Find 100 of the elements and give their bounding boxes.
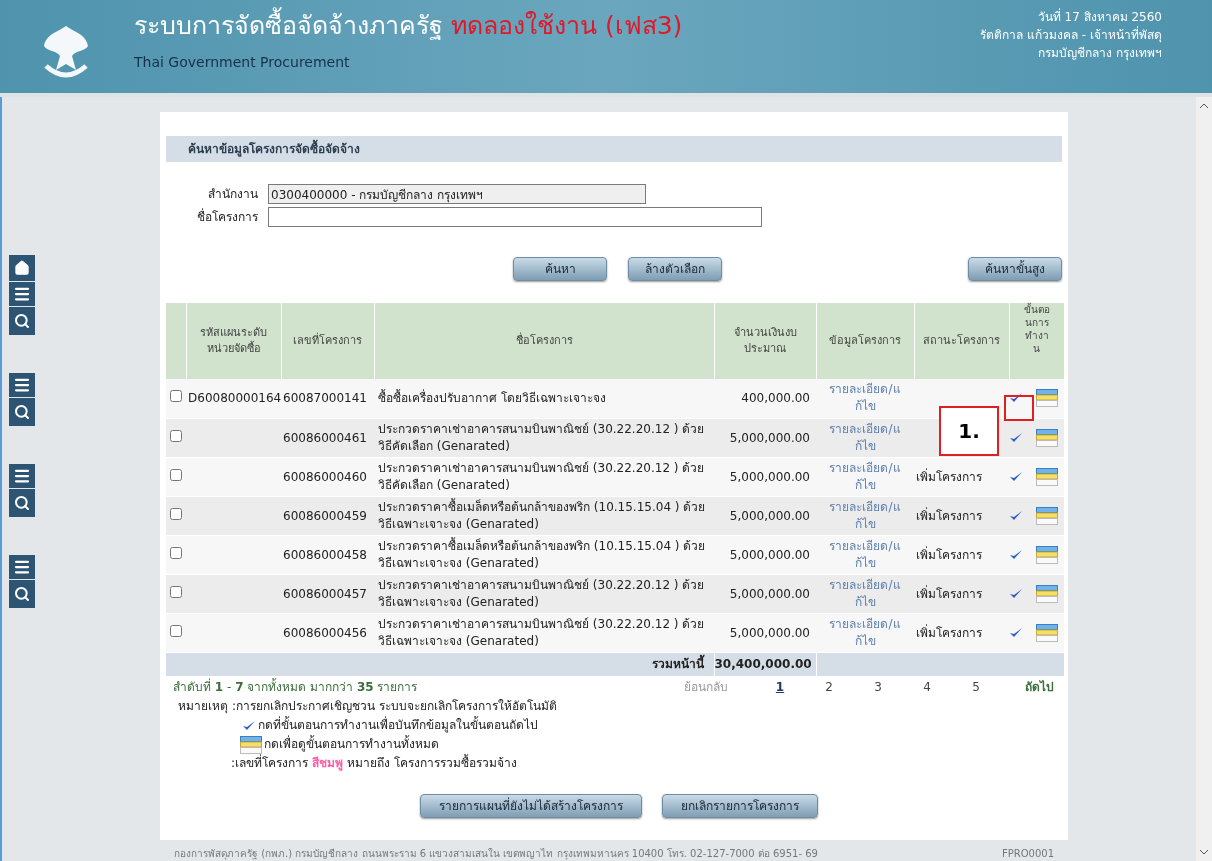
row-checkbox[interactable] [170, 390, 182, 403]
list-icon[interactable] [1036, 389, 1058, 408]
scroll-up-icon[interactable] [1199, 103, 1209, 109]
check-icon[interactable] [1009, 431, 1023, 444]
search-button[interactable] [9, 307, 35, 335]
page-code: FPRO0001 [1001, 847, 1054, 861]
menu-button[interactable] [9, 555, 35, 579]
project-status: เพิ่มโครงการ [916, 547, 982, 562]
column-header: ขั้นตอนการทำงาน [1022, 303, 1051, 355]
trial-label: ทดลองใช้งาน (เฟส3) [451, 10, 683, 42]
check-icon[interactable] [1009, 470, 1023, 483]
list-icon[interactable] [1036, 506, 1058, 525]
project-name: ประกวดราคาซื้อเมล็ดหรือต้นกล้าของพริก (10.15.15.04 ) ด้วยวิธีเฉพาะเจาะจง (Genarated) [378, 538, 706, 570]
search-button[interactable] [9, 398, 35, 426]
note-text: กดเพื่อดูขั้นตอนการทำงานทั้งหมด [264, 735, 439, 754]
row-checkbox[interactable] [170, 429, 182, 442]
next-page-link[interactable]: ถัดไป [1025, 678, 1054, 696]
details-link[interactable]: รายละเอียด/แก้ไข [828, 498, 902, 533]
list-icon[interactable] [1036, 467, 1058, 486]
project-status: เพิ่มโครงการ [916, 469, 982, 484]
budget-amount: 5,000,000.00 [729, 469, 810, 484]
check-icon[interactable] [242, 719, 256, 732]
row-checkbox[interactable] [170, 468, 182, 481]
clear-button[interactable]: ล้างตัวเลือก [628, 257, 722, 281]
column-header: เลขที่โครงการ [293, 333, 362, 347]
highlight-frame [1004, 395, 1034, 421]
list-icon[interactable] [1036, 545, 1058, 564]
menu-icon [13, 558, 31, 576]
search-icon [14, 404, 30, 420]
project-number: 60086000461 [283, 430, 367, 445]
search-button[interactable] [9, 489, 35, 517]
budget-amount: 5,000,000.00 [729, 625, 810, 640]
input-field[interactable] [268, 207, 762, 227]
action-button[interactable]: ยกเลิกรายการโครงการ [662, 794, 818, 818]
page-link[interactable]: 5 [951, 678, 1001, 696]
page-link[interactable]: 1 [755, 678, 805, 696]
footer-address: กองการพัสดุภาครัฐ (กพภ.) กรมบัญชีกลาง ถนนพระราม 6 แขวงสามเสนใน เขตพญาไท กรุงเทพมหานคร 10400 โทร. 02-127-7000 ต่อ 6951- 69 [174, 847, 818, 861]
note-text: การยกเลิกประกาศเชิญชวน ระบบจะยกเลิกโครงการให้อัตโนมัติ [236, 698, 557, 715]
row-checkbox[interactable] [170, 546, 182, 559]
row-checkbox[interactable] [170, 585, 182, 598]
menu-button[interactable] [9, 464, 35, 488]
date-text: วันที่ 17 สิงหาคม 2560 [1037, 8, 1162, 26]
menu-button[interactable] [9, 373, 35, 397]
list-icon[interactable] [1036, 428, 1058, 447]
details-link[interactable]: รายละเอียด/แก้ไข [828, 420, 902, 455]
result-summary: สำดับที่ 1 - 7 จากทั้งหมด มากกว่า 35 รายการ [173, 678, 418, 696]
advanced-search-button[interactable]: ค้นหาขั้นสูง [968, 257, 1062, 281]
details-link[interactable]: รายละเอียด/แก้ไข [828, 459, 902, 494]
details-link[interactable]: รายละเอียด/แก้ไข [828, 615, 902, 650]
note-text: กดที่ขั้นตอนการทำงานเพื่อบันทึกข้อมูลในขั้นตอนถัดไป [258, 716, 538, 735]
check-icon[interactable] [1009, 587, 1023, 600]
field-label: สำนักงาน [207, 186, 259, 203]
plan-code: D60080000164 [188, 391, 282, 406]
project-name: ประกวดราคาเช่าอาคารสนามบินพาณิชย์ (30.22.20.12 ) ด้วยวิธีเฉพาะเจาะจง (Genarated) [378, 616, 705, 648]
total-amount: 30,400,000.00 [714, 657, 812, 672]
check-icon[interactable] [1009, 626, 1023, 639]
row-checkbox[interactable] [170, 624, 182, 637]
project-name: ซื้อซื้อเครื่องปรับอากาศ โดยวิธีเฉพาะเจาะจง [378, 390, 606, 405]
budget-amount: 5,000,000.00 [729, 586, 810, 601]
project-name: ประกวดราคาเช่าอาคารสนามบินพาณิชย์ (30.22.20.12 ) ด้วยวิธีคัดเลือก (Genarated) [378, 460, 705, 492]
details-link[interactable]: รายละเอียด/แก้ไข [828, 381, 902, 416]
project-number: 60086000459 [283, 508, 367, 523]
column-header: ข้อมูลโครงการ [829, 333, 901, 347]
search-icon [14, 313, 30, 329]
page-link[interactable]: 4 [902, 678, 952, 696]
check-icon[interactable] [1009, 509, 1023, 522]
menu-button[interactable] [9, 282, 35, 306]
project-number: 60086000457 [283, 586, 367, 601]
project-status: เพิ่มโครงการ [916, 586, 982, 601]
details-link[interactable]: รายละเอียด/แก้ไข [828, 537, 902, 572]
list-icon[interactable] [1036, 623, 1058, 642]
column-header: สถานะโครงการ [923, 333, 1000, 347]
row-checkbox[interactable] [170, 507, 182, 520]
scroll-down-icon[interactable] [1199, 849, 1209, 855]
budget-amount: 5,000,000.00 [729, 430, 810, 445]
column-header: ชื่อโครงการ [515, 333, 573, 347]
project-number: 60087000141 [283, 391, 367, 406]
action-button[interactable]: รายการแผนที่ยังไม่ได้สร้างโครงการ [420, 794, 642, 818]
search-icon [14, 495, 30, 511]
column-header: รหัสแผนระดับหน่วยจัดซื้อ [200, 325, 267, 355]
project-number: 60086000456 [283, 625, 367, 640]
note-text: :เลขที่โครงการ สีชมพู หมายถึง โครงการรวมซื้อรวมจ้าง [231, 754, 518, 773]
menu-icon [13, 467, 31, 485]
page-link[interactable]: 3 [853, 678, 903, 696]
search-button[interactable]: ค้นหา [513, 257, 607, 281]
page-link[interactable]: 2 [804, 678, 854, 696]
project-name: ประกวดราคาเช่าอาคารสนามบินพาณิชย์ (30.22.20.12 ) ด้วยวิธีคัดเลือก (Genarated) [378, 421, 705, 453]
list-icon[interactable] [1036, 584, 1058, 603]
project-number: 60086000458 [283, 547, 367, 562]
list-icon[interactable] [240, 735, 262, 754]
panel-title: ค้นหาข้อมูลโครงการจัดซื้อจัดจ้าง [166, 136, 1062, 162]
details-link[interactable]: รายละเอียด/แก้ไข [828, 576, 902, 611]
column-header: จำนวนเงินงบประมาณ [733, 325, 797, 355]
system-subtitle: Thai Government Procurement [134, 53, 351, 72]
menu-icon [13, 285, 31, 303]
user-text: รัตติกาล แก้วมงคล - เจ้าหน้าที่พัสดุ [980, 26, 1162, 44]
home-button[interactable] [9, 255, 35, 281]
check-icon[interactable] [1009, 548, 1023, 561]
budget-amount: 5,000,000.00 [729, 547, 810, 562]
search-button[interactable] [9, 580, 35, 608]
